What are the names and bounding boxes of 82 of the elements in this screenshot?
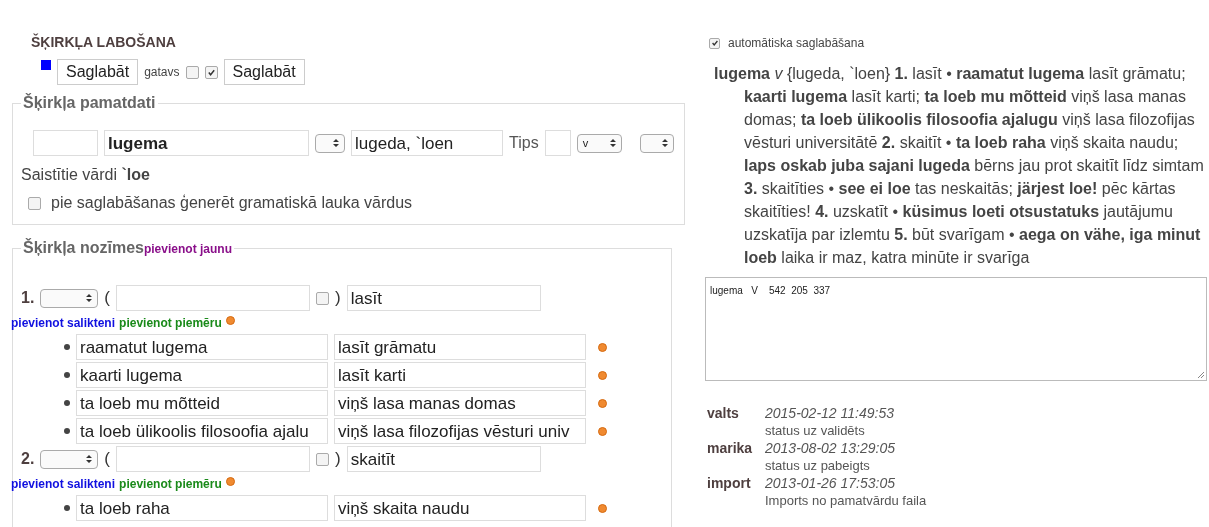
add-example-link[interactable]: pievienot piemēru	[119, 316, 222, 330]
history-note: status uz validēts	[765, 423, 866, 438]
select-field[interactable]	[315, 133, 345, 153]
input-field[interactable]: lasīt	[346, 285, 541, 311]
up-down-arrows-icon	[609, 138, 616, 148]
status-marker-icon	[41, 60, 51, 70]
paren-text: )	[335, 449, 341, 469]
history-note: status uz pabeigts	[765, 458, 871, 473]
input-field[interactable]: kaarti lugema	[76, 362, 328, 388]
paren-text: )	[335, 288, 341, 308]
input-field[interactable]: raamatut lugema	[76, 334, 328, 360]
text-area[interactable]: lugema V 542 205 337	[705, 277, 1207, 381]
panel-legend: Šķirkļa pamatdati	[23, 94, 156, 111]
save-button[interactable]: Saglabāt	[57, 59, 139, 85]
delete-dot-icon[interactable]	[225, 477, 235, 486]
input-field[interactable]: ta loeb raha	[76, 495, 328, 521]
input-field[interactable]: lasīt grāmatu	[334, 334, 586, 360]
up-down-arrows-icon	[86, 293, 93, 303]
checkbox[interactable]	[316, 452, 329, 466]
history-time: 2013-01-26 17:53:05	[765, 475, 896, 491]
history-user: import	[707, 475, 752, 493]
bullet-icon	[64, 344, 70, 350]
paren-text: (	[104, 288, 110, 308]
sense-number: 2.	[21, 450, 35, 468]
checkbox[interactable]	[204, 65, 218, 79]
add-compound-link[interactable]: pievienot salikteni	[11, 477, 116, 491]
input-field[interactable]: viņš lasa manas domas	[334, 390, 586, 416]
input-field[interactable]: ta loeb mu mõtteid	[76, 390, 328, 416]
history-note: Imports no pamatvārdu faila	[765, 493, 927, 508]
checkbox[interactable]	[185, 65, 199, 79]
input-field[interactable]: skaitīt	[346, 446, 541, 472]
type-label: Tips	[509, 134, 539, 152]
select-field[interactable]	[40, 288, 99, 308]
up-down-arrows-icon	[86, 454, 93, 464]
checkbox[interactable]	[316, 291, 329, 305]
checkbox-label: pie saglabāšanas ģenerēt gramatiskā lauka vārdus	[51, 194, 413, 212]
bullet-icon	[64, 505, 70, 511]
history-time: 2015-02-12 11:49:53	[765, 405, 894, 421]
delete-dot-icon[interactable]	[598, 370, 607, 380]
bullet-icon	[64, 428, 70, 434]
add-example-link[interactable]: pievienot piemēru	[119, 477, 222, 491]
input-field[interactable]	[116, 446, 310, 472]
input-field[interactable]: viņš lasa filozofijas vēsturi univ	[334, 418, 586, 444]
delete-dot-icon[interactable]	[225, 316, 235, 325]
bullet-icon	[64, 372, 70, 378]
checkbox[interactable]	[28, 196, 41, 210]
checkbox-label: automātiska saglabāšana	[728, 36, 865, 50]
checkmark-icon	[206, 67, 216, 77]
panel-legend: Šķirkļa nozīmes	[23, 239, 144, 256]
select-field[interactable]: v	[576, 133, 622, 153]
bullet-icon	[64, 400, 70, 406]
paren-text: (	[104, 449, 110, 469]
resize-grip-icon[interactable]	[1197, 371, 1205, 379]
input-field[interactable]	[544, 130, 571, 156]
input-field[interactable]: ta loeb ülikoolis filosoofia ajalu	[76, 418, 328, 444]
related-words-text: Saistītie vārdi `loe	[21, 166, 151, 184]
delete-dot-icon[interactable]	[598, 503, 607, 513]
add-new-link[interactable]: pievienot jaunu	[143, 242, 232, 256]
input-field[interactable]: lugeda, `loen	[351, 130, 503, 156]
checkmark-icon	[710, 39, 719, 47]
done-label: gatavs	[144, 65, 180, 79]
input-field[interactable]: lugema	[104, 130, 309, 156]
editor-title: ŠĶIRKĻA LABOŠANA	[31, 34, 177, 52]
save-button[interactable]: Saglabāt	[223, 59, 305, 85]
select-field[interactable]	[40, 449, 99, 469]
input-field[interactable]	[116, 285, 310, 311]
entry-preview-text: lugema v {lugeda, `loen} 1. lasīt • raamatut lugema lasīt grāmatu; kaarti lugema lasīt karti; ta loeb mu mõtteid viņš lasa manas domas; ta loeb ülikoolis filosoofia ajalugu viņš lasa filozofijas vēsturi universitātē 2. skaitīt • ta loeb raha viņš skaita naudu; laps oskab juba sajani lugeda bērns jau prot skaitīt līdz simtam 3. skaitīties • see ei loe tas neskaitās; järjest loe! pēc kārtas skaitīties! 4. uzskatīt • küsimus loeti otsustatuks jautājumu uzskatīja par izlemtu 5. būt svarīgam • aega on vähe, iga minut loeb laika ir maz, katra minūte ir svarīga	[714, 64, 1205, 268]
checkbox[interactable]	[709, 37, 720, 49]
delete-dot-icon[interactable]	[598, 342, 607, 352]
up-down-arrows-icon	[661, 138, 668, 148]
select-field[interactable]	[639, 133, 674, 153]
input-field[interactable]: viņš skaita naudu	[334, 495, 586, 521]
history-user: valts	[707, 405, 740, 423]
add-compound-link[interactable]: pievienot salikteni	[11, 316, 116, 330]
delete-dot-icon[interactable]	[598, 398, 607, 408]
sense-number: 1.	[21, 289, 35, 307]
history-user: marika	[707, 440, 754, 458]
history-time: 2013-08-02 13:29:05	[765, 440, 895, 456]
delete-dot-icon[interactable]	[598, 426, 607, 436]
input-field[interactable]	[33, 130, 98, 156]
up-down-arrows-icon	[333, 138, 339, 148]
input-field[interactable]: lasīt karti	[334, 362, 586, 388]
